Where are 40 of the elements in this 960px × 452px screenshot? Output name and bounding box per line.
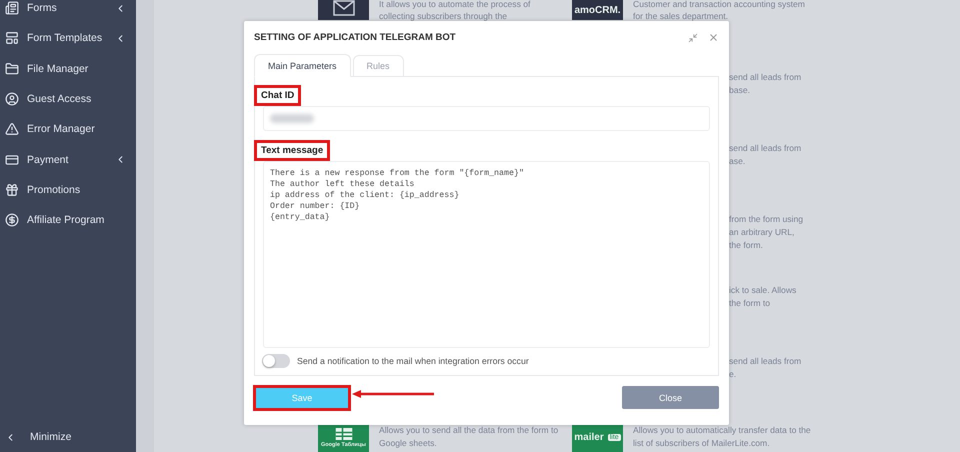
table-icon — [334, 428, 352, 440]
logo-text: amoCRM. — [574, 5, 621, 16]
integration-description: ick to sale. Allows the form to — [729, 284, 796, 310]
integration-description: send all leads from e. — [729, 355, 802, 381]
toggle-switch[interactable] — [262, 354, 290, 368]
sidebar-item[interactable]: Guest Access — [0, 84, 136, 114]
message-field[interactable]: There is a new response from the form "{form_name}" The author left these details ip address of the client: {ip_address} Order number: {ID} {entry_data} — [263, 161, 710, 348]
field-label: Text message — [254, 140, 330, 161]
integration-description: from the form using an arbitrary URL, the form. — [729, 213, 804, 252]
sidebar-item[interactable]: File Manager — [0, 54, 136, 84]
dollar-circle-icon — [5, 213, 19, 228]
resize-icon[interactable] — [688, 32, 698, 42]
folder-icon — [5, 62, 19, 76]
integration-description: Customer and transaction accounting system for the sales department. — [633, 0, 805, 22]
integration-description: send all leads from base. — [729, 71, 802, 97]
integration-description: Allows you to automatically transfer data to the list of subscribers of MailerLite.com. — [633, 424, 811, 450]
warning-icon — [5, 122, 19, 136]
close-icon[interactable] — [708, 32, 719, 43]
envelope-icon — [332, 0, 354, 16]
sidebar-item[interactable]: Error Manager — [0, 114, 136, 144]
field-label: Chat ID — [254, 85, 302, 106]
sidebar-item[interactable]: Form Templates — [0, 23, 136, 54]
user-circle-icon — [5, 92, 19, 106]
chat-id-field[interactable] — [263, 106, 710, 131]
gift-icon — [5, 182, 19, 197]
integration-description: It allows you to automate the process of collecting subscribers through the — [379, 0, 530, 22]
sidebar-item[interactable]: Affiliate Program — [0, 205, 136, 236]
tab[interactable]: Main Parameters — [254, 54, 351, 77]
sidebar-item[interactable]: Payment — [0, 144, 136, 175]
integration-description: Allows you to send all the data from the form to Google sheets. — [379, 424, 558, 450]
logo-text: mailer — [574, 432, 604, 443]
sidebar-item[interactable]: Forms — [0, 0, 136, 24]
toggle-label: Send a notification to the mail when integration errors occur — [297, 356, 529, 366]
credit-card-icon — [5, 152, 19, 167]
dialog-title: SETTING OF APPLICATION TELEGRAM BOT — [254, 32, 457, 43]
minimize-button[interactable]: Minimize — [0, 423, 136, 451]
sidebar-item[interactable]: Promotions — [0, 174, 136, 206]
integration-description: send all leads from ase. — [729, 142, 802, 168]
newspaper-icon — [5, 1, 19, 16]
layout-icon — [5, 31, 19, 46]
